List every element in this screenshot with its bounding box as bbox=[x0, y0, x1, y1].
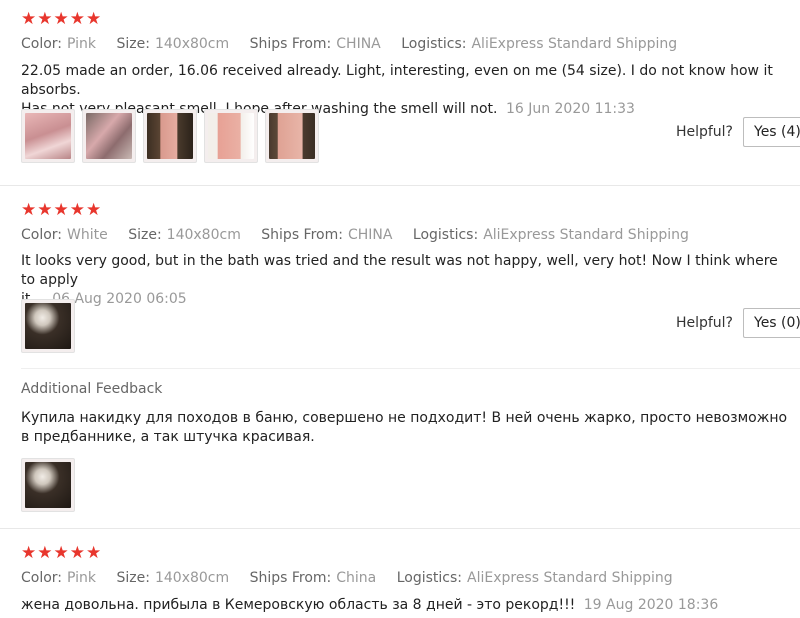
logistics-label: Logistics: bbox=[401, 36, 467, 52]
review-photo-thumbnail[interactable] bbox=[21, 458, 75, 512]
color-label: Color: bbox=[21, 227, 63, 243]
review-text: It looks very good, but in the bath was … bbox=[21, 252, 791, 309]
review-item: ★★★★★ Color: White Size: 140x80cm Ships Fr… bbox=[0, 186, 800, 529]
review-date: 19 Aug 2020 18:36 bbox=[583, 597, 719, 613]
review-text-line: 22.05 made an order, 16.06 received alre… bbox=[21, 63, 773, 98]
helpful-yes-button[interactable]: Yes (4) bbox=[743, 117, 800, 147]
helpful-yes-button[interactable]: Yes (0) bbox=[743, 308, 800, 338]
ships-from-value: CHINA bbox=[336, 36, 381, 52]
size-label: Size: bbox=[116, 570, 150, 586]
helpful-control: Helpful? Yes (4) bbox=[676, 117, 800, 147]
review-photo-thumbnail[interactable] bbox=[143, 109, 197, 163]
photo-thumbnails bbox=[21, 458, 75, 512]
review-text-line: It looks very good, but in the bath was … bbox=[21, 253, 778, 288]
review-text: жена довольна. прибыла в Кемеровскую обл… bbox=[21, 596, 791, 615]
review-photo-thumbnail[interactable] bbox=[21, 299, 75, 353]
color-value: Pink bbox=[67, 36, 97, 52]
photo-thumbnails bbox=[21, 109, 319, 163]
additional-feedback-title: Additional Feedback bbox=[21, 381, 163, 397]
ships-from-label: Ships From: bbox=[249, 36, 332, 52]
rating-stars: ★★★★★ bbox=[21, 200, 103, 220]
rating-stars: ★★★★★ bbox=[21, 543, 103, 563]
color-label: Color: bbox=[21, 570, 63, 586]
ships-from-label: Ships From: bbox=[261, 227, 343, 243]
rating-stars: ★★★★★ bbox=[21, 9, 103, 29]
additional-feedback-line: в предбаннике, а так штучка красивая. bbox=[21, 429, 315, 445]
review-date: 16 Jun 2020 11:33 bbox=[505, 101, 635, 117]
size-value: 140x80cm bbox=[166, 227, 241, 243]
helpful-control: Helpful? Yes (0) bbox=[676, 308, 800, 338]
photo-thumbnails bbox=[21, 299, 75, 353]
review-text-line: жена довольна. прибыла в Кемеровскую обл… bbox=[21, 597, 576, 613]
ships-from-value: China bbox=[336, 570, 377, 586]
size-label: Size: bbox=[128, 227, 162, 243]
color-value: White bbox=[67, 227, 108, 243]
review-item: ★★★★★ Color: Pink Size: 140x80cm Ships Fro… bbox=[0, 529, 800, 618]
helpful-label: Helpful? bbox=[675, 124, 733, 140]
divider bbox=[21, 368, 800, 369]
size-label: Size: bbox=[116, 36, 150, 52]
review-photo-thumbnail[interactable] bbox=[204, 109, 258, 163]
color-value: Pink bbox=[67, 570, 97, 586]
logistics-label: Logistics: bbox=[396, 570, 462, 586]
logistics-value: AliExpress Standard Shipping bbox=[467, 570, 673, 586]
review-meta: Color: Pink Size: 140x80cm Ships From: CHIN… bbox=[21, 36, 693, 52]
review-meta: Color: Pink Size: 140x80cm Ships From: Chin… bbox=[21, 570, 689, 586]
ships-from-value: CHINA bbox=[347, 227, 393, 243]
additional-feedback-line: Купила накидку для походов в баню, совер… bbox=[21, 410, 788, 426]
helpful-label: Helpful? bbox=[675, 315, 733, 331]
size-value: 140x80cm bbox=[154, 570, 230, 586]
review-meta: Color: White Size: 140x80cm Ships From: CHI… bbox=[21, 227, 705, 243]
additional-feedback-text: Купила накидку для походов в баню, совер… bbox=[21, 409, 791, 447]
logistics-value: AliExpress Standard Shipping bbox=[483, 227, 689, 243]
ships-from-label: Ships From: bbox=[249, 570, 332, 586]
color-label: Color: bbox=[21, 36, 63, 52]
review-photo-thumbnail[interactable] bbox=[82, 109, 136, 163]
size-value: 140x80cm bbox=[154, 36, 230, 52]
review-photo-thumbnail[interactable] bbox=[21, 109, 75, 163]
review-photo-thumbnail[interactable] bbox=[265, 109, 319, 163]
logistics-label: Logistics: bbox=[412, 227, 479, 243]
review-item: ★★★★★ Color: Pink Size: 140x80cm Ships Fro… bbox=[0, 0, 800, 186]
logistics-value: AliExpress Standard Shipping bbox=[471, 36, 678, 52]
